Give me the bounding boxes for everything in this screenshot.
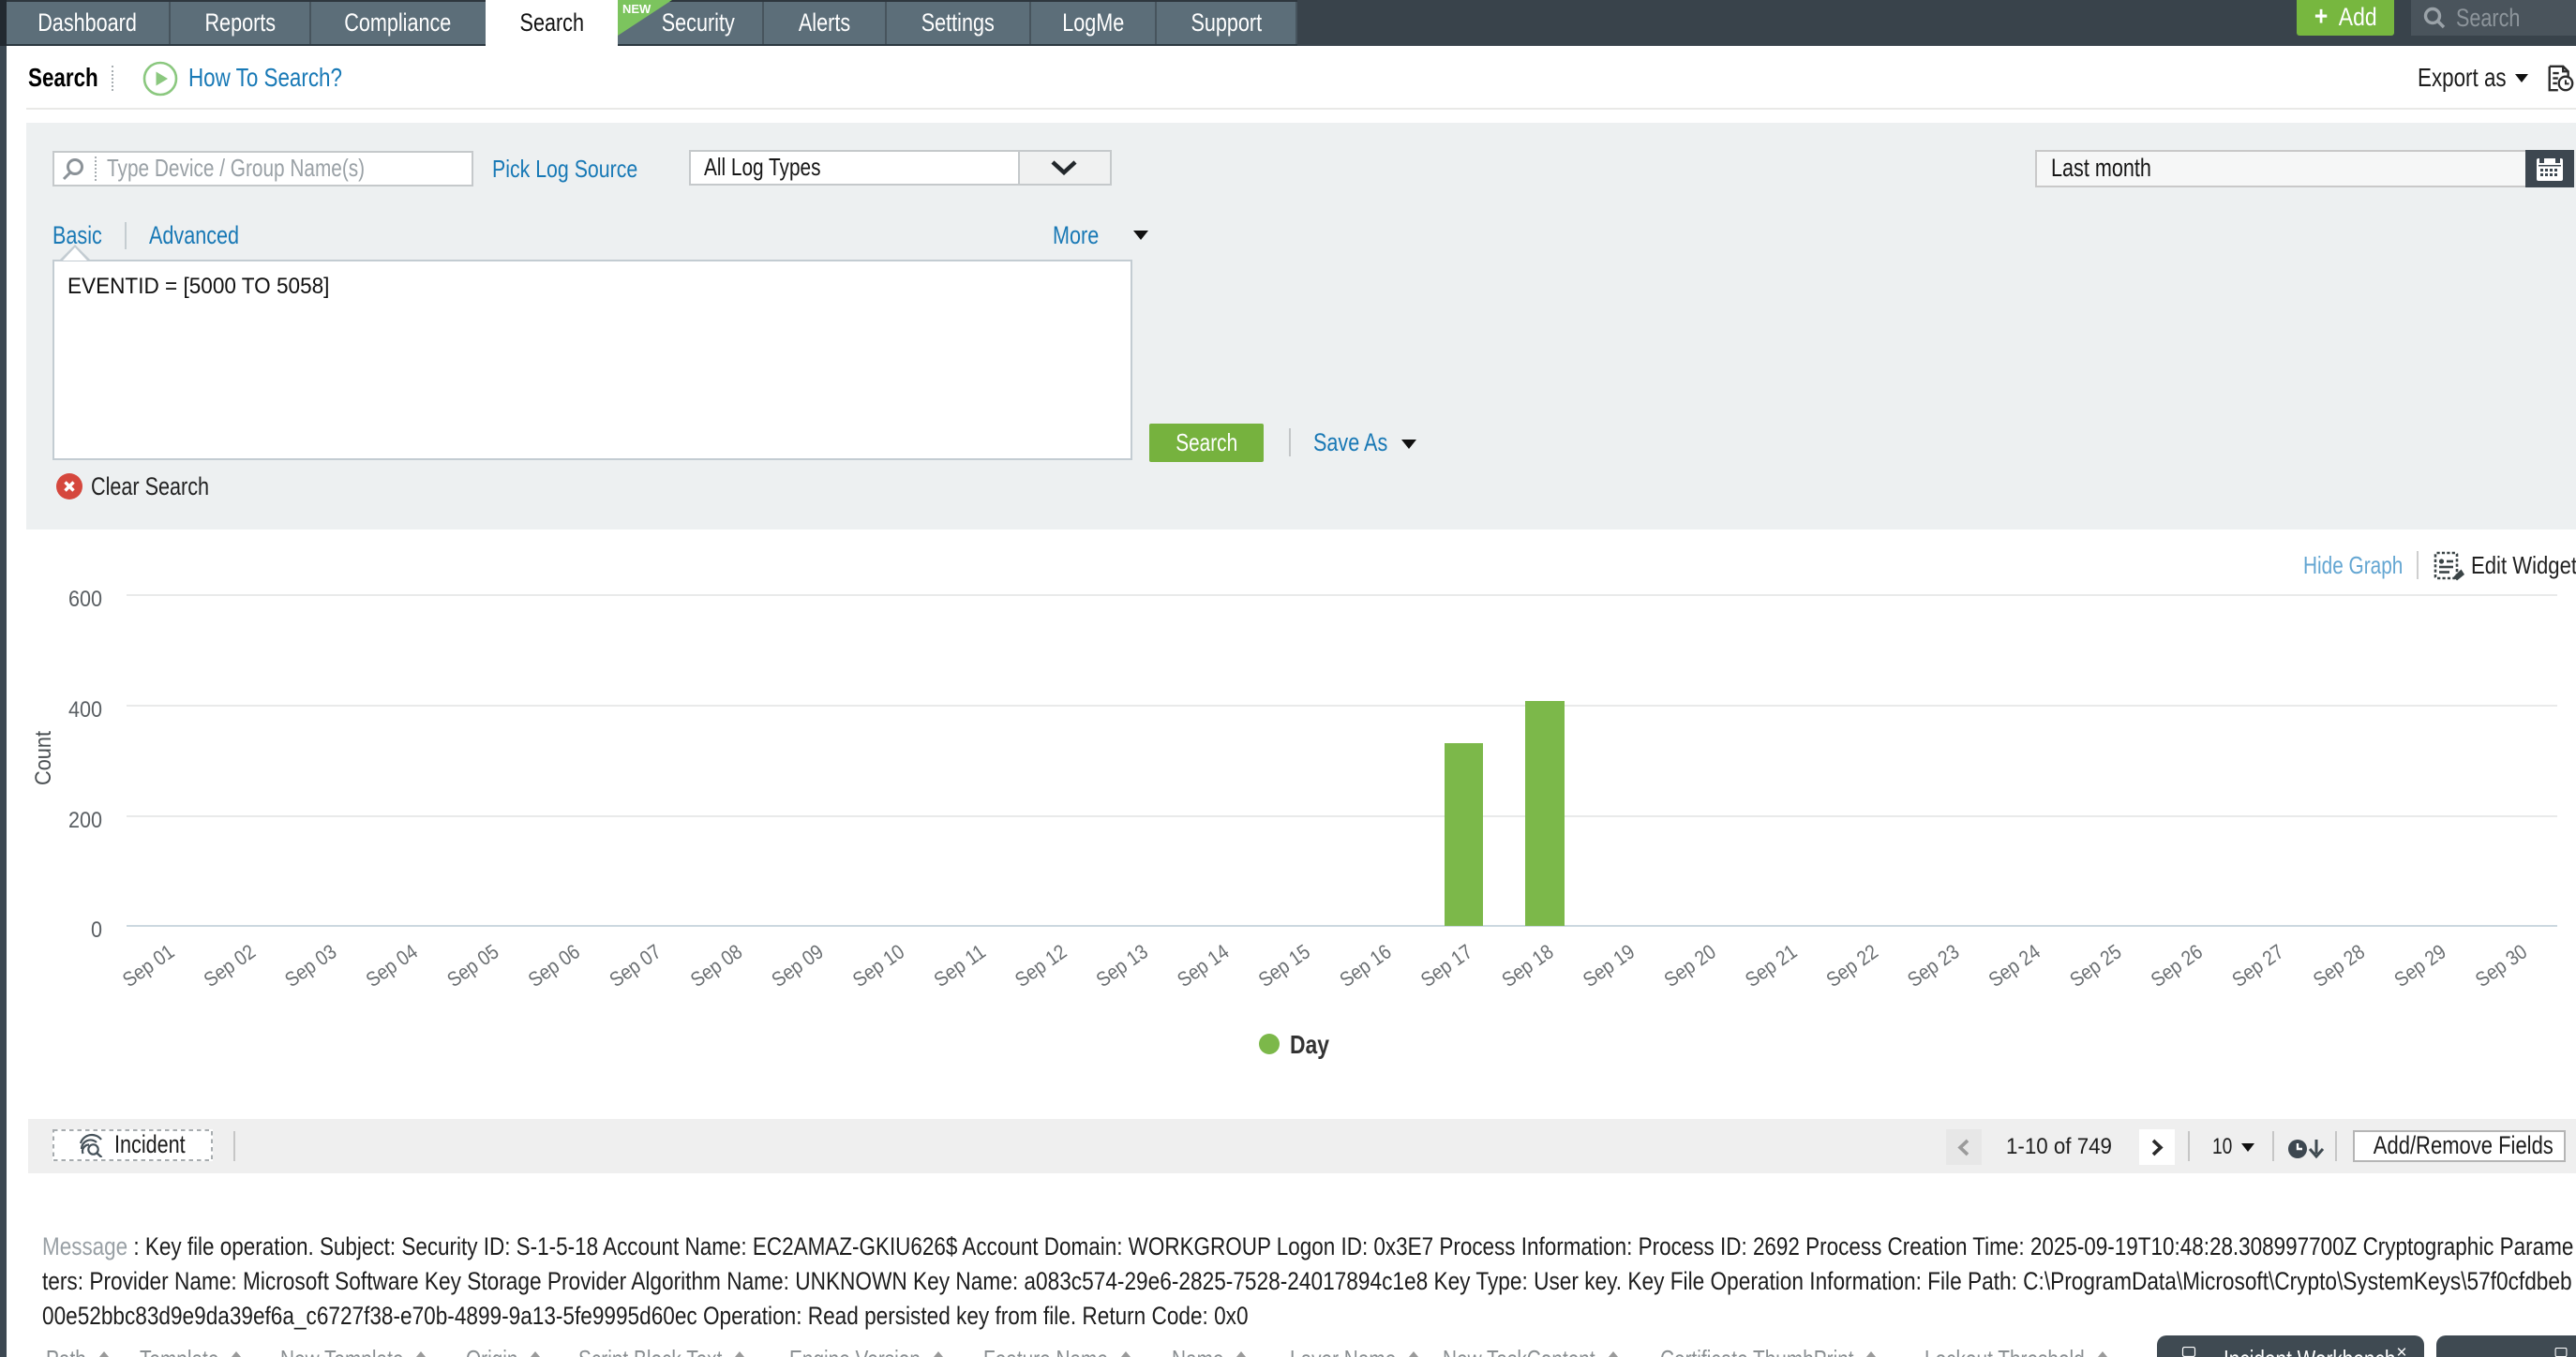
svg-text:Sep 01: Sep 01 [118,940,178,992]
svg-text:Day: Day [1290,1030,1329,1059]
svg-text:Sep 28: Sep 28 [2309,940,2369,992]
svg-text:Sep 02: Sep 02 [200,940,260,992]
svg-text:Sep 09: Sep 09 [767,940,827,992]
svg-text:Sep 22: Sep 22 [1822,940,1882,992]
svg-text:Sep 26: Sep 26 [2147,940,2207,992]
svg-text:600: 600 [68,587,102,612]
svg-text:Sep 17: Sep 17 [1416,940,1476,992]
svg-text:Count: Count [31,731,56,785]
svg-text:Sep 16: Sep 16 [1335,940,1395,992]
svg-text:Sep 04: Sep 04 [362,940,422,992]
svg-text:Sep 25: Sep 25 [2065,940,2125,992]
svg-text:Sep 10: Sep 10 [848,940,908,992]
svg-text:Sep 23: Sep 23 [1903,940,1963,992]
svg-text:Sep 19: Sep 19 [1579,940,1639,992]
svg-text:Sep 08: Sep 08 [686,940,746,992]
svg-text:Sep 12: Sep 12 [1011,940,1071,992]
svg-text:NEW: NEW [622,2,651,16]
svg-text:Sep 07: Sep 07 [605,940,665,992]
svg-text:200: 200 [68,808,102,833]
svg-text:0: 0 [91,917,102,943]
svg-text:Sep 30: Sep 30 [2471,940,2531,992]
svg-text:Sep 15: Sep 15 [1254,940,1314,992]
svg-text:400: 400 [68,697,102,723]
svg-text:Sep 20: Sep 20 [1660,940,1720,992]
svg-text:Sep 14: Sep 14 [1173,940,1233,992]
svg-text:Sep 18: Sep 18 [1497,940,1557,992]
svg-text:Sep 13: Sep 13 [1092,940,1152,992]
svg-text:Sep 27: Sep 27 [2227,940,2287,992]
svg-text:Sep 03: Sep 03 [280,940,340,992]
svg-text:Sep 24: Sep 24 [1984,940,2044,992]
svg-text:Sep 06: Sep 06 [524,940,584,992]
svg-text:Sep 21: Sep 21 [1741,940,1801,992]
svg-text:Sep 29: Sep 29 [2389,940,2449,992]
svg-text:Sep 05: Sep 05 [442,940,502,992]
svg-text:Sep 11: Sep 11 [930,940,990,992]
